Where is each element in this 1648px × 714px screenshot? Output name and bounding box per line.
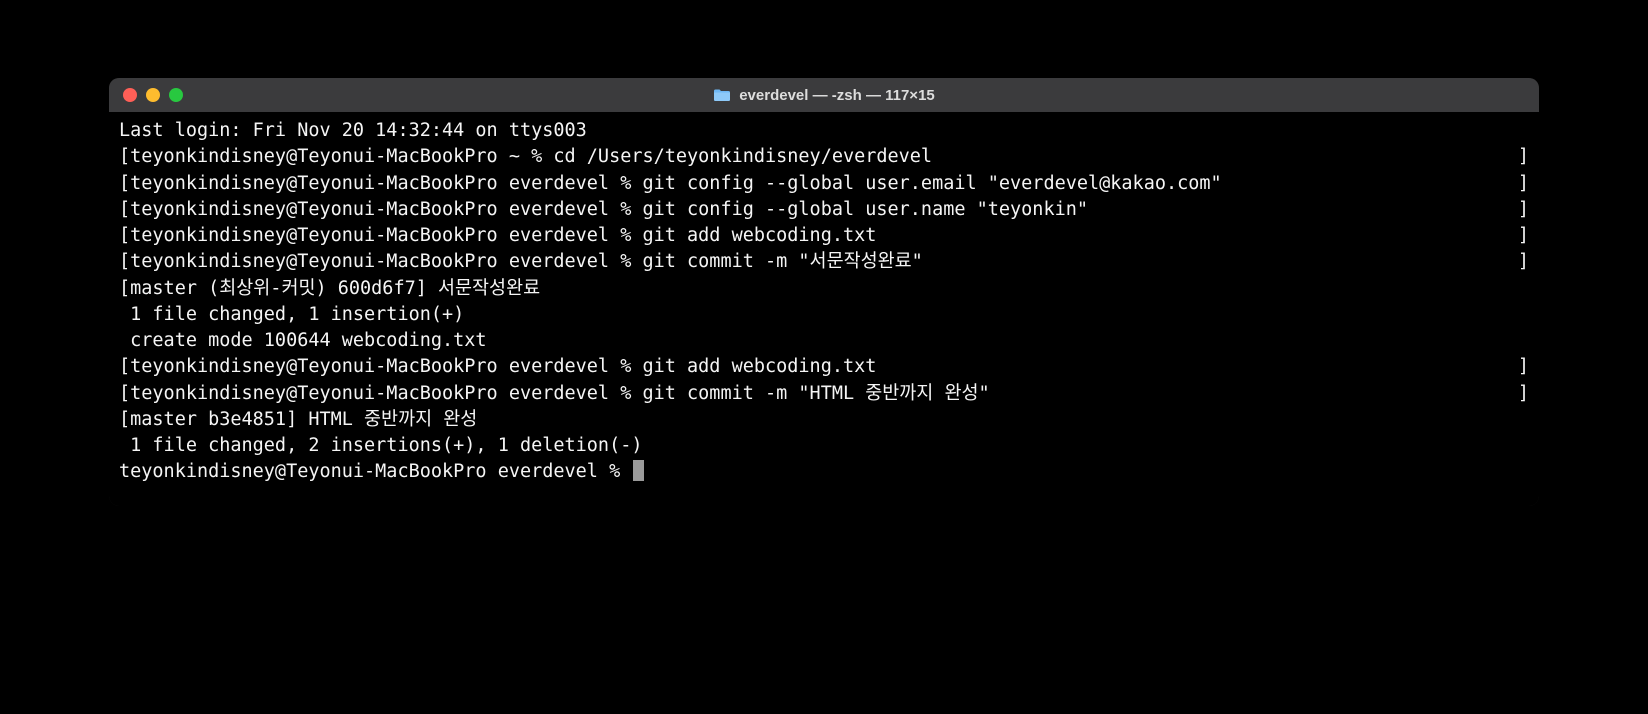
minimize-button[interactable] [146,88,160,102]
terminal-line: [master b3e4851] HTML 중반까지 완성 [119,407,1529,433]
folder-icon [713,88,731,102]
terminal-line: [teyonkindisney@Teyonui-MacBookPro everd… [119,249,1529,275]
terminal-line: create mode 100644 webcoding.txt [119,328,1529,354]
line-right: ] [1518,249,1529,275]
line-left: [teyonkindisney@Teyonui-MacBookPro everd… [119,354,876,380]
prompt-text: teyonkindisney@Teyonui-MacBookPro everde… [119,461,631,482]
terminal-window: everdevel — -zsh — 117×15 Last login: Fr… [109,78,1539,506]
terminal-line: [teyonkindisney@Teyonui-MacBookPro everd… [119,197,1529,223]
traffic-lights [123,88,183,102]
terminal-line: [teyonkindisney@Teyonui-MacBookPro everd… [119,381,1529,407]
terminal-line: 1 file changed, 1 insertion(+) [119,302,1529,328]
line-right: ] [1518,144,1529,170]
terminal-line: [teyonkindisney@Teyonui-MacBookPro everd… [119,354,1529,380]
line-right: ] [1518,223,1529,249]
line-left: [teyonkindisney@Teyonui-MacBookPro ~ % c… [119,144,932,170]
line-right: ] [1518,171,1529,197]
title-center: everdevel — -zsh — 117×15 [109,87,1539,104]
terminal-line: Last login: Fri Nov 20 14:32:44 on ttys0… [119,118,1529,144]
terminal-prompt[interactable]: teyonkindisney@Teyonui-MacBookPro everde… [119,459,1529,485]
line-right: ] [1518,354,1529,380]
terminal-line: [teyonkindisney@Teyonui-MacBookPro everd… [119,171,1529,197]
line-right: ] [1518,197,1529,223]
terminal-line: [master (최상위-커밋) 600d6f7] 서문작성완료 [119,276,1529,302]
line-left: [teyonkindisney@Teyonui-MacBookPro everd… [119,171,1222,197]
window-title: everdevel — -zsh — 117×15 [739,87,935,104]
terminal-line: 1 file changed, 2 insertions(+), 1 delet… [119,433,1529,459]
line-left: [teyonkindisney@Teyonui-MacBookPro everd… [119,381,990,407]
line-left: [teyonkindisney@Teyonui-MacBookPro everd… [119,223,876,249]
close-button[interactable] [123,88,137,102]
terminal-line: [teyonkindisney@Teyonui-MacBookPro ~ % c… [119,144,1529,170]
terminal-body[interactable]: Last login: Fri Nov 20 14:32:44 on ttys0… [109,112,1539,506]
line-left: [teyonkindisney@Teyonui-MacBookPro everd… [119,197,1088,223]
cursor [633,460,644,481]
line-right: ] [1518,381,1529,407]
titlebar[interactable]: everdevel — -zsh — 117×15 [109,78,1539,112]
maximize-button[interactable] [169,88,183,102]
line-left: [teyonkindisney@Teyonui-MacBookPro everd… [119,249,923,275]
terminal-line: [teyonkindisney@Teyonui-MacBookPro everd… [119,223,1529,249]
